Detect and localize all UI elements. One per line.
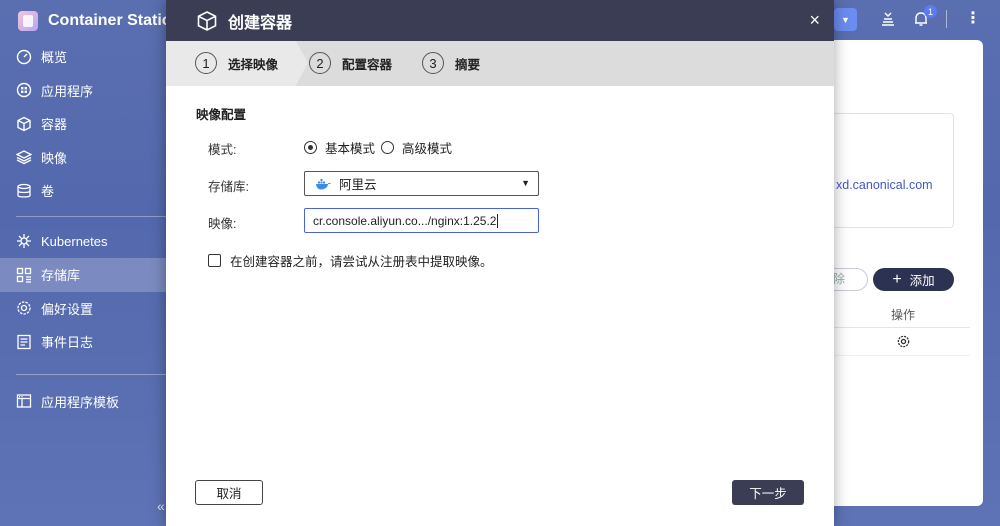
sidebar-item-label: 应用程序模板 xyxy=(41,394,120,410)
database-icon xyxy=(16,183,32,199)
text-cursor xyxy=(497,213,499,228)
image-config-section-title: 映像配置 xyxy=(196,108,247,122)
sidebar-item-repository[interactable]: 存储库 xyxy=(0,258,166,292)
sidebar-item-app-templates[interactable]: 应用程序模板 xyxy=(0,385,166,419)
create-container-dialog: 创建容器 × 1 选择映像 2 配置容器 3 摘要 映像配置 模式: 基本模式 … xyxy=(166,0,834,526)
sidebar-item-label: 卷 xyxy=(41,184,55,200)
registry-link[interactable]: xd.canonical.com xyxy=(836,178,933,192)
step-number: 2 xyxy=(309,52,331,74)
sidebar-item-label: 存储库 xyxy=(41,268,81,284)
next-button[interactable]: 下一步 xyxy=(732,480,804,505)
sidebar-nav: 概览 应用程序 容器 映像 卷 Kubernetes 存储库 偏好设置 事件日志… xyxy=(0,40,166,418)
radio-label: 基本模式 xyxy=(325,142,376,156)
row-settings-gear-icon[interactable] xyxy=(896,334,911,349)
step-select-image: 1 选择映像 xyxy=(195,52,278,74)
step-label: 配置容器 xyxy=(342,57,393,72)
header-dropdown-button[interactable]: ▼ xyxy=(834,8,857,31)
mode-label: 模式: xyxy=(208,143,237,157)
registry-select[interactable]: 阿里云 ▼ xyxy=(304,171,539,196)
registry-select-value: 阿里云 xyxy=(339,178,377,192)
cancel-button[interactable]: 取消 xyxy=(195,480,263,505)
docker-whale-icon xyxy=(315,178,331,190)
sidebar-item-label: 应用程序 xyxy=(41,83,94,99)
cube-icon xyxy=(16,116,32,132)
sidebar-item-label: 偏好设置 xyxy=(41,301,94,317)
sidebar-item-label: 事件日志 xyxy=(41,335,94,351)
image-label: 映像: xyxy=(208,217,237,231)
radio-selected-icon xyxy=(304,141,317,154)
cube-icon xyxy=(196,10,218,32)
dialog-title: 创建容器 xyxy=(228,14,293,32)
chevron-down-icon: ▼ xyxy=(521,178,530,188)
add-button[interactable]: + 添加 xyxy=(873,268,954,291)
sidebar-item-label: 容器 xyxy=(41,117,68,133)
registry-label: 存储库: xyxy=(208,180,249,194)
more-options-icon[interactable]: ⋮ xyxy=(965,8,981,28)
gear-icon xyxy=(16,300,32,316)
apps-icon xyxy=(16,82,32,98)
layers-icon xyxy=(16,149,32,165)
image-input[interactable]: cr.console.aliyun.co.../nginx:1.25.2 xyxy=(304,208,539,233)
sidebar-divider xyxy=(16,373,166,375)
notification-badge: 1 xyxy=(924,5,937,18)
plus-icon: + xyxy=(892,270,902,288)
container-station-logo-icon xyxy=(18,11,38,31)
sidebar-item-event-log[interactable]: 事件日志 xyxy=(0,325,166,359)
sidebar-item-label: 映像 xyxy=(41,150,68,166)
sidebar-item-preferences[interactable]: 偏好设置 xyxy=(0,292,166,326)
kubernetes-icon xyxy=(16,233,32,249)
mode-advanced-radio[interactable]: 高级模式 xyxy=(381,138,452,157)
header-divider xyxy=(946,10,947,28)
sidebar-item-overview[interactable]: 概览 xyxy=(0,40,166,74)
step-arrow xyxy=(296,41,308,85)
step-number: 1 xyxy=(195,52,217,74)
sidebar-item-label: 概览 xyxy=(41,50,68,66)
sidebar-item-containers[interactable]: 容器 xyxy=(0,107,166,141)
radio-unselected-icon xyxy=(381,141,394,154)
step-label: 选择映像 xyxy=(228,57,279,72)
sidebar-item-volumes[interactable]: 卷 xyxy=(0,174,166,208)
mode-basic-radio[interactable]: 基本模式 xyxy=(304,138,375,157)
sidebar-item-kubernetes[interactable]: Kubernetes xyxy=(0,225,166,259)
repository-icon xyxy=(16,267,32,283)
dashboard-icon xyxy=(16,49,32,65)
sidebar-item-images[interactable]: 映像 xyxy=(0,141,166,175)
table-header-divider xyxy=(834,327,970,328)
dialog-header: 创建容器 × xyxy=(166,0,834,41)
log-icon xyxy=(16,334,32,350)
step-number: 3 xyxy=(422,52,444,74)
app-title-text: Container Statio xyxy=(48,12,172,29)
step-label: 摘要 xyxy=(455,57,481,72)
actions-column-header: 操作 xyxy=(891,308,916,322)
step-configure-container: 2 配置容器 xyxy=(309,52,392,74)
storage-icon[interactable] xyxy=(879,10,897,28)
pull-image-label: 在创建容器之前，请尝试从注册表中提取映像。 xyxy=(230,255,493,269)
step-summary: 3 摘要 xyxy=(422,52,480,74)
pull-image-checkbox[interactable] xyxy=(208,254,221,267)
image-input-value: cr.console.aliyun.co.../nginx:1.25.2 xyxy=(313,213,497,228)
table-row-divider xyxy=(834,355,970,356)
close-icon[interactable]: × xyxy=(809,10,820,30)
template-icon xyxy=(16,393,32,409)
sidebar-item-apps[interactable]: 应用程序 xyxy=(0,74,166,108)
pull-image-checkbox-row[interactable]: 在创建容器之前，请尝试从注册表中提取映像。 xyxy=(208,251,493,270)
wizard-steps: 1 选择映像 2 配置容器 3 摘要 xyxy=(166,41,834,86)
add-button-label: 添加 xyxy=(909,274,935,288)
radio-label: 高级模式 xyxy=(402,142,453,156)
sidebar-divider xyxy=(16,215,166,217)
app-title: Container Statio xyxy=(18,9,172,33)
sidebar-collapse-icon[interactable]: « xyxy=(157,498,165,514)
sidebar-item-label: Kubernetes xyxy=(41,233,108,249)
